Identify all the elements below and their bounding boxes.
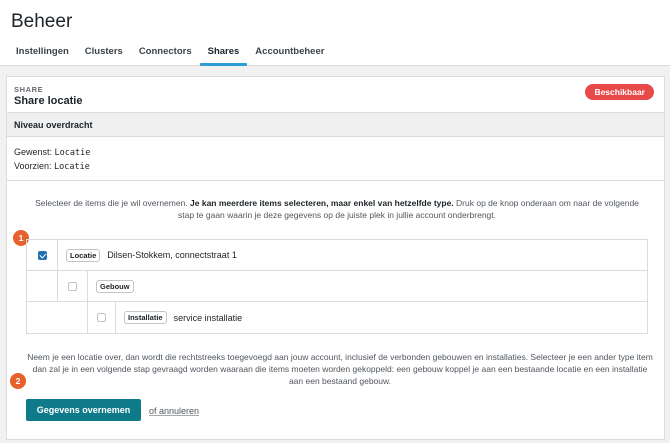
- share-header: SHARE Share locatie Beschikbaar: [7, 77, 664, 113]
- instructions-text: Selecteer de items die je wil overnemen.…: [27, 197, 647, 221]
- tab-connectors[interactable]: Connectors: [131, 44, 200, 66]
- page-title: Beheer: [11, 11, 73, 32]
- tree-row-gebouw[interactable]: Gebouw: [27, 271, 647, 302]
- locatie-name: Dilsen-Stokkem, connectstraat 1: [107, 250, 237, 260]
- cancel-link[interactable]: of annuleren: [149, 406, 199, 416]
- indent-spacer: [27, 271, 58, 301]
- tab-instellingen[interactable]: Instellingen: [8, 44, 77, 66]
- type-tag-gebouw: Gebouw: [96, 279, 134, 293]
- section-title: Niveau overdracht: [7, 113, 664, 137]
- take-over-button[interactable]: Gegevens overnemen: [26, 399, 141, 421]
- step-marker-2: 2: [10, 373, 26, 389]
- item-tree: Locatie Dilsen-Stokkem, connectstraat 1 …: [26, 239, 648, 334]
- status-badge: Beschikbaar: [585, 84, 654, 100]
- tab-shares[interactable]: Shares: [199, 44, 248, 66]
- wanted-value: Locatie: [54, 148, 91, 158]
- instructions-part1: Selecteer de items die je wil overnemen.: [35, 198, 191, 208]
- provided-level: Voorzien: Locatie: [14, 160, 657, 174]
- tab-accountbeheer[interactable]: Accountbeheer: [247, 44, 332, 66]
- footnote-text: Neem je een locatie over, dan wordt die …: [27, 352, 653, 386]
- locatie-checkbox[interactable]: [37, 250, 47, 260]
- type-tag-installatie: Installatie: [124, 311, 167, 324]
- checkbox-cell: [27, 240, 58, 270]
- gebouw-checkbox[interactable]: [68, 281, 77, 291]
- checkbox-cell: [58, 271, 88, 301]
- tab-clusters[interactable]: Clusters: [77, 44, 131, 66]
- share-eyebrow: SHARE: [14, 85, 44, 94]
- wanted-label: Gewenst:: [14, 147, 53, 157]
- provided-label: Voorzien:: [14, 161, 52, 171]
- instructions-bold: Je kan meerdere items selecteren, maar e…: [190, 198, 454, 208]
- checkbox-cell: [88, 302, 116, 333]
- indent-spacer: [27, 302, 58, 333]
- provided-value: Locatie: [54, 162, 90, 172]
- wanted-level: Gewenst: Locatie: [14, 146, 657, 160]
- installatie-checkbox[interactable]: [97, 313, 106, 322]
- tree-row-installatie[interactable]: Installatie service installatie: [27, 302, 647, 333]
- indent-spacer: [58, 302, 88, 333]
- type-tag-locatie: Locatie: [66, 248, 101, 262]
- tab-bar: Instellingen Clusters Connectors Shares …: [8, 44, 332, 66]
- transfer-levels: Gewenst: Locatie Voorzien: Locatie: [7, 137, 664, 181]
- top-bar: Beheer Instellingen Clusters Connectors …: [0, 0, 670, 66]
- share-title: Share locatie: [14, 95, 83, 107]
- installatie-name: service installatie: [173, 312, 243, 323]
- share-card: SHARE Share locatie Beschikbaar Niveau o…: [6, 76, 665, 440]
- tree-row-locatie[interactable]: Locatie Dilsen-Stokkem, connectstraat 1: [27, 240, 647, 271]
